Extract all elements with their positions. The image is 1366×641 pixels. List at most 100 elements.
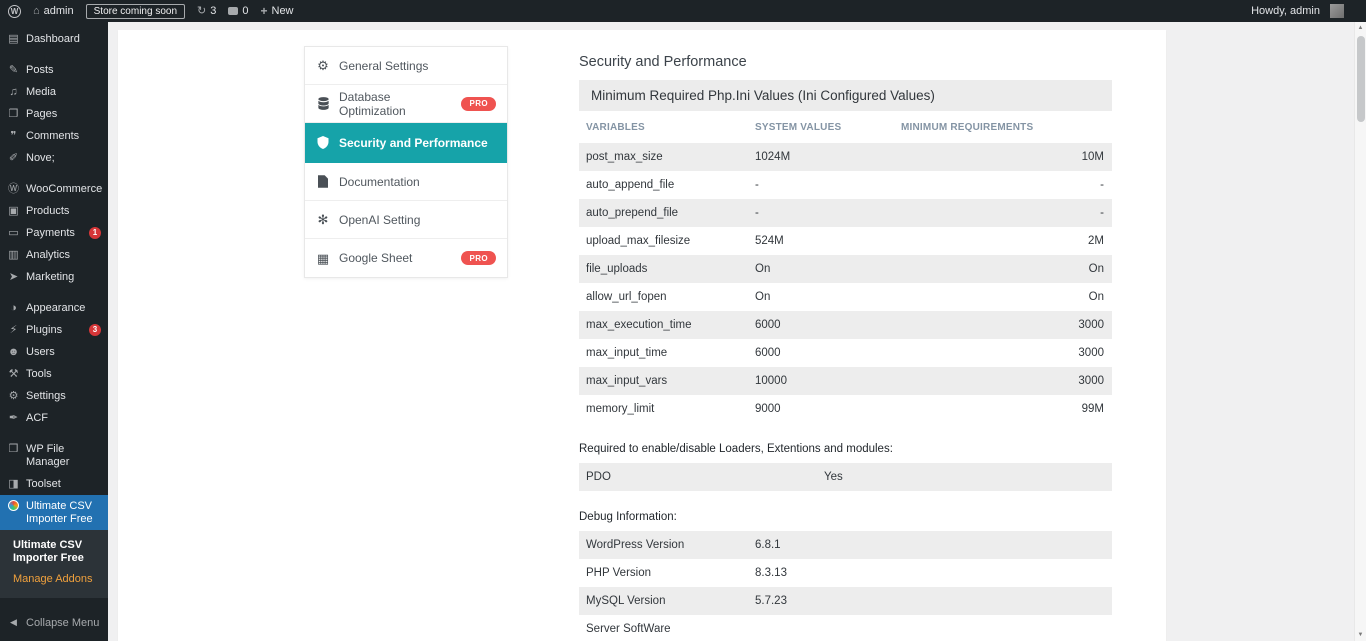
sheet-icon: ▦ bbox=[316, 252, 330, 265]
variable-cell: auto_append_file bbox=[579, 179, 755, 191]
table-row: post_max_size 1024M 10M bbox=[579, 143, 1112, 171]
sidebar-item-dashboard[interactable]: ▤ Dashboard bbox=[0, 28, 108, 50]
debug-label-cell: PHP Version bbox=[579, 567, 755, 579]
sidebar-item-woocommerce[interactable]: Ⓦ WooCommerce bbox=[0, 178, 108, 200]
submenu-item-csv-importer[interactable]: Ultimate CSV Importer Free bbox=[0, 535, 108, 569]
debug-value-cell: 5.7.23 bbox=[755, 595, 1112, 607]
wordpress-logo-icon: W bbox=[8, 5, 21, 18]
column-header-variables: VARIABLES bbox=[579, 122, 755, 133]
site-name-menu[interactable]: ⌂ admin bbox=[33, 5, 74, 17]
sidebar-item-label: Nove; bbox=[26, 152, 101, 165]
sidebar-item-plugins[interactable]: ⚡ Plugins 3 bbox=[0, 319, 108, 341]
scroll-up-icon[interactable]: ▲ bbox=[1355, 22, 1366, 34]
sidebar-item-appearance[interactable]: ◑ Appearance bbox=[0, 297, 108, 319]
minimum-requirement-cell: On bbox=[901, 263, 1112, 275]
content-area: ⚙ General Settings Database Optimization… bbox=[108, 22, 1354, 641]
sidebar-item-pages[interactable]: ❐ Pages bbox=[0, 103, 108, 125]
scroll-down-icon[interactable]: ▼ bbox=[1355, 629, 1366, 641]
system-value-cell: On bbox=[755, 263, 901, 275]
nove-icon: ✐ bbox=[7, 152, 20, 165]
toolset-icon: ◨ bbox=[7, 478, 20, 491]
howdy-label: Howdy, admin bbox=[1251, 5, 1320, 17]
variable-cell: upload_max_filesize bbox=[579, 235, 755, 247]
howdy-menu[interactable]: Howdy, admin bbox=[1251, 4, 1344, 18]
minimum-requirement-cell: 3000 bbox=[901, 319, 1112, 331]
tab-documentation[interactable]: Documentation bbox=[305, 163, 507, 201]
minimum-requirement-cell: 10M bbox=[901, 151, 1112, 163]
submenu-item-manage-addons[interactable]: Manage Addons bbox=[0, 569, 108, 590]
minimum-requirement-cell: - bbox=[901, 179, 1112, 191]
collapse-menu-button[interactable]: ◀ Collapse Menu bbox=[0, 612, 108, 633]
posts-icon: ✎ bbox=[7, 64, 20, 77]
table-row: PHP Version 8.3.13 bbox=[579, 559, 1112, 587]
sidebar-item-comments[interactable]: ❞ Comments bbox=[0, 125, 108, 147]
sidebar-item-payments[interactable]: ▭ Payments 1 bbox=[0, 222, 108, 244]
debug-value-cell: 8.3.13 bbox=[755, 567, 1112, 579]
system-value-cell: 9000 bbox=[755, 403, 901, 415]
debug-table: WordPress Version 6.8.1 PHP Version 8.3.… bbox=[579, 531, 1112, 641]
column-header-system-values: SYSTEM VALUES bbox=[755, 122, 901, 133]
sidebar-item-media[interactable]: ♫ Media bbox=[0, 81, 108, 103]
updates-menu[interactable]: ↻ 3 bbox=[197, 5, 216, 17]
sidebar-item-acf[interactable]: ✒ ACF bbox=[0, 407, 108, 429]
table-row: auto_append_file - - bbox=[579, 171, 1112, 199]
sidebar-item-label: Pages bbox=[26, 108, 101, 121]
table-row: upload_max_filesize 524M 2M bbox=[579, 227, 1112, 255]
loaders-table: PDO Yes bbox=[579, 463, 1112, 491]
collapse-arrow-icon: ◀ bbox=[7, 616, 20, 629]
sidebar-item-tools[interactable]: ⚒ Tools bbox=[0, 363, 108, 385]
sidebar-item-analytics[interactable]: ▥ Analytics bbox=[0, 244, 108, 266]
comments-menu[interactable]: 0 bbox=[228, 5, 248, 17]
table-row: memory_limit 9000 99M bbox=[579, 395, 1112, 423]
tab-security-and-performance[interactable]: Security and Performance bbox=[305, 123, 507, 163]
sidebar-item-ultimate-csv-importer-free[interactable]: Ultimate CSV Importer Free bbox=[0, 495, 108, 530]
users-icon: ☻ bbox=[7, 346, 20, 359]
updates-count: 3 bbox=[210, 5, 216, 17]
sidebar-item-label: Payments bbox=[26, 227, 83, 240]
table-row: Server SoftWare bbox=[579, 615, 1112, 641]
plus-icon: + bbox=[260, 5, 267, 17]
variable-cell: file_uploads bbox=[579, 263, 755, 275]
page-title: Security and Performance bbox=[579, 54, 1112, 70]
minimum-requirement-cell: 3000 bbox=[901, 347, 1112, 359]
sidebar-item-posts[interactable]: ✎ Posts bbox=[0, 59, 108, 81]
sidebar-item-toolset[interactable]: ◨ Toolset bbox=[0, 473, 108, 495]
tab-database-optimization[interactable]: Database Optimization PRO bbox=[305, 85, 507, 123]
phpini-table-header: VARIABLES SYSTEM VALUES MINIMUM REQUIREM… bbox=[579, 111, 1112, 143]
variable-cell: allow_url_fopen bbox=[579, 291, 755, 303]
gear-icon: ⚙ bbox=[316, 59, 330, 72]
scrollbar-thumb[interactable] bbox=[1357, 36, 1365, 122]
minimum-requirement-cell: - bbox=[901, 207, 1112, 219]
tools-icon: ⚒ bbox=[7, 368, 20, 381]
updates-icon: ↻ bbox=[197, 6, 206, 17]
wp-logo-menu[interactable]: W bbox=[8, 5, 21, 18]
tab-openai-setting[interactable]: ✻ OpenAI Setting bbox=[305, 201, 507, 239]
sidebar-item-label: Ultimate CSV Importer Free bbox=[26, 500, 101, 526]
home-icon: ⌂ bbox=[33, 6, 40, 17]
sidebar-item-marketing[interactable]: ➤ Marketing bbox=[0, 266, 108, 288]
woocommerce-icon: Ⓦ bbox=[7, 183, 20, 196]
loader-value-cell: Yes bbox=[824, 471, 1112, 483]
debug-label-cell: Server SoftWare bbox=[579, 623, 755, 635]
scrollbar[interactable]: ▲ ▼ bbox=[1354, 22, 1366, 641]
variable-cell: max_execution_time bbox=[579, 319, 755, 331]
system-value-cell: On bbox=[755, 291, 901, 303]
coming-soon-badge: Store coming soon bbox=[86, 4, 185, 19]
table-row: max_execution_time 6000 3000 bbox=[579, 311, 1112, 339]
variable-cell: max_input_time bbox=[579, 347, 755, 359]
csv-importer-submenu: Ultimate CSV Importer Free Manage Addons bbox=[0, 530, 108, 598]
site-name-label: admin bbox=[44, 5, 74, 17]
sidebar-item-wp-file-manager[interactable]: ❒ WP File Manager bbox=[0, 438, 108, 473]
tab-general-settings[interactable]: ⚙ General Settings bbox=[305, 47, 507, 85]
minimum-requirement-cell: 99M bbox=[901, 403, 1112, 415]
variable-cell: auto_prepend_file bbox=[579, 207, 755, 219]
sidebar-item-users[interactable]: ☻ Users bbox=[0, 341, 108, 363]
tab-google-sheet[interactable]: ▦ Google Sheet PRO bbox=[305, 239, 507, 277]
table-row: allow_url_fopen On On bbox=[579, 283, 1112, 311]
sidebar-item-settings[interactable]: ⚙ Settings bbox=[0, 385, 108, 407]
products-icon: ▣ bbox=[7, 205, 20, 218]
sidebar-item-products[interactable]: ▣ Products bbox=[0, 200, 108, 222]
new-content-menu[interactable]: + New bbox=[260, 5, 293, 17]
count-badge: 1 bbox=[89, 227, 101, 239]
sidebar-item-nove[interactable]: ✐ Nove; bbox=[0, 147, 108, 169]
